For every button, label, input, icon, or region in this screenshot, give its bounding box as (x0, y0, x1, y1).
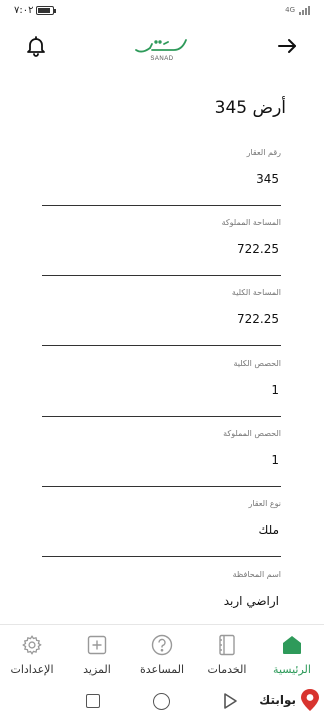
system-nav-bar: بوابتك (0, 684, 324, 720)
field-value: 345 (256, 172, 279, 186)
field-value: 722.25 (237, 242, 279, 256)
home-icon (280, 633, 304, 657)
field-label: اسم المحافظة (232, 570, 281, 579)
nav-label: المزيد (83, 663, 111, 676)
logo-text: SANAD (150, 56, 174, 62)
plus-square-icon (85, 633, 109, 657)
field-total-shares: الحصص الكلية 1 (42, 359, 281, 417)
map-pin-icon (301, 689, 319, 711)
nav-item-help[interactable]: المساعدة (130, 633, 194, 676)
watermark: بوابتك (259, 688, 320, 712)
field-label: المساحة المملوكة (221, 218, 281, 227)
page-title: أرض 345 (214, 98, 286, 118)
field-label: رقم العقار (246, 148, 281, 157)
field-value: 1 (271, 383, 279, 397)
nav-item-services[interactable]: الخدمات (195, 633, 259, 676)
home-button-icon[interactable] (153, 693, 170, 710)
nav-label: الخدمات (207, 663, 247, 676)
field-governorate-name: اسم المحافظة اراضي اربد (42, 570, 281, 624)
status-left: ٧:٠٢ (14, 4, 57, 16)
back-arrow-icon[interactable] (276, 36, 298, 56)
signal-icon (299, 5, 310, 15)
field-label: الحصص المملوكة (223, 429, 281, 438)
nav-label: المساعدة (139, 663, 185, 676)
status-right: 4G (285, 5, 310, 15)
network-label: 4G (285, 6, 295, 14)
property-details[interactable]: أرض 345 رقم العقار 345 المساحة المملوكة … (0, 72, 324, 624)
field-label: نوع العقار (248, 499, 281, 508)
nav-label: الإعدادات (10, 663, 54, 676)
help-circle-icon (150, 633, 174, 657)
back-triangle-icon[interactable] (222, 692, 238, 714)
nav-label: الرئيسية (273, 663, 311, 676)
gear-icon (20, 633, 44, 657)
field-value: ملك (258, 523, 279, 537)
nav-item-settings[interactable]: الإعدادات (0, 633, 64, 676)
app-bar: SANAD (0, 24, 324, 72)
recent-apps-icon[interactable] (86, 694, 100, 708)
field-label: المساحة الكلية (231, 288, 281, 297)
battery-icon (36, 5, 57, 15)
field-value: اراضي اربد (223, 594, 279, 608)
field-label: الحصص الكلية (233, 359, 281, 368)
watermark-text: بوابتك (259, 693, 296, 707)
field-owned-area: المساحة المملوكة 722.25 (42, 218, 281, 276)
field-owned-shares: الحصص المملوكة 1 (42, 429, 281, 487)
bottom-nav: الإعدادات المزيد المساعدة الخدمات الرئيس… (0, 624, 324, 684)
services-icon (215, 633, 239, 657)
bell-icon[interactable] (24, 34, 48, 58)
field-property-type: نوع العقار ملك (42, 499, 281, 557)
field-value: 1 (271, 453, 279, 467)
status-bar: ٧:٠٢ 4G (0, 0, 324, 20)
field-total-area: المساحة الكلية 722.25 (42, 288, 281, 346)
field-property-number: رقم العقار 345 (42, 148, 281, 206)
status-time: ٧:٠٢ (14, 4, 34, 16)
field-value: 722.25 (237, 312, 279, 326)
sanad-logo: SANAD (130, 36, 194, 66)
nav-item-more[interactable]: المزيد (65, 633, 129, 676)
nav-item-home[interactable]: الرئيسية (260, 633, 324, 676)
